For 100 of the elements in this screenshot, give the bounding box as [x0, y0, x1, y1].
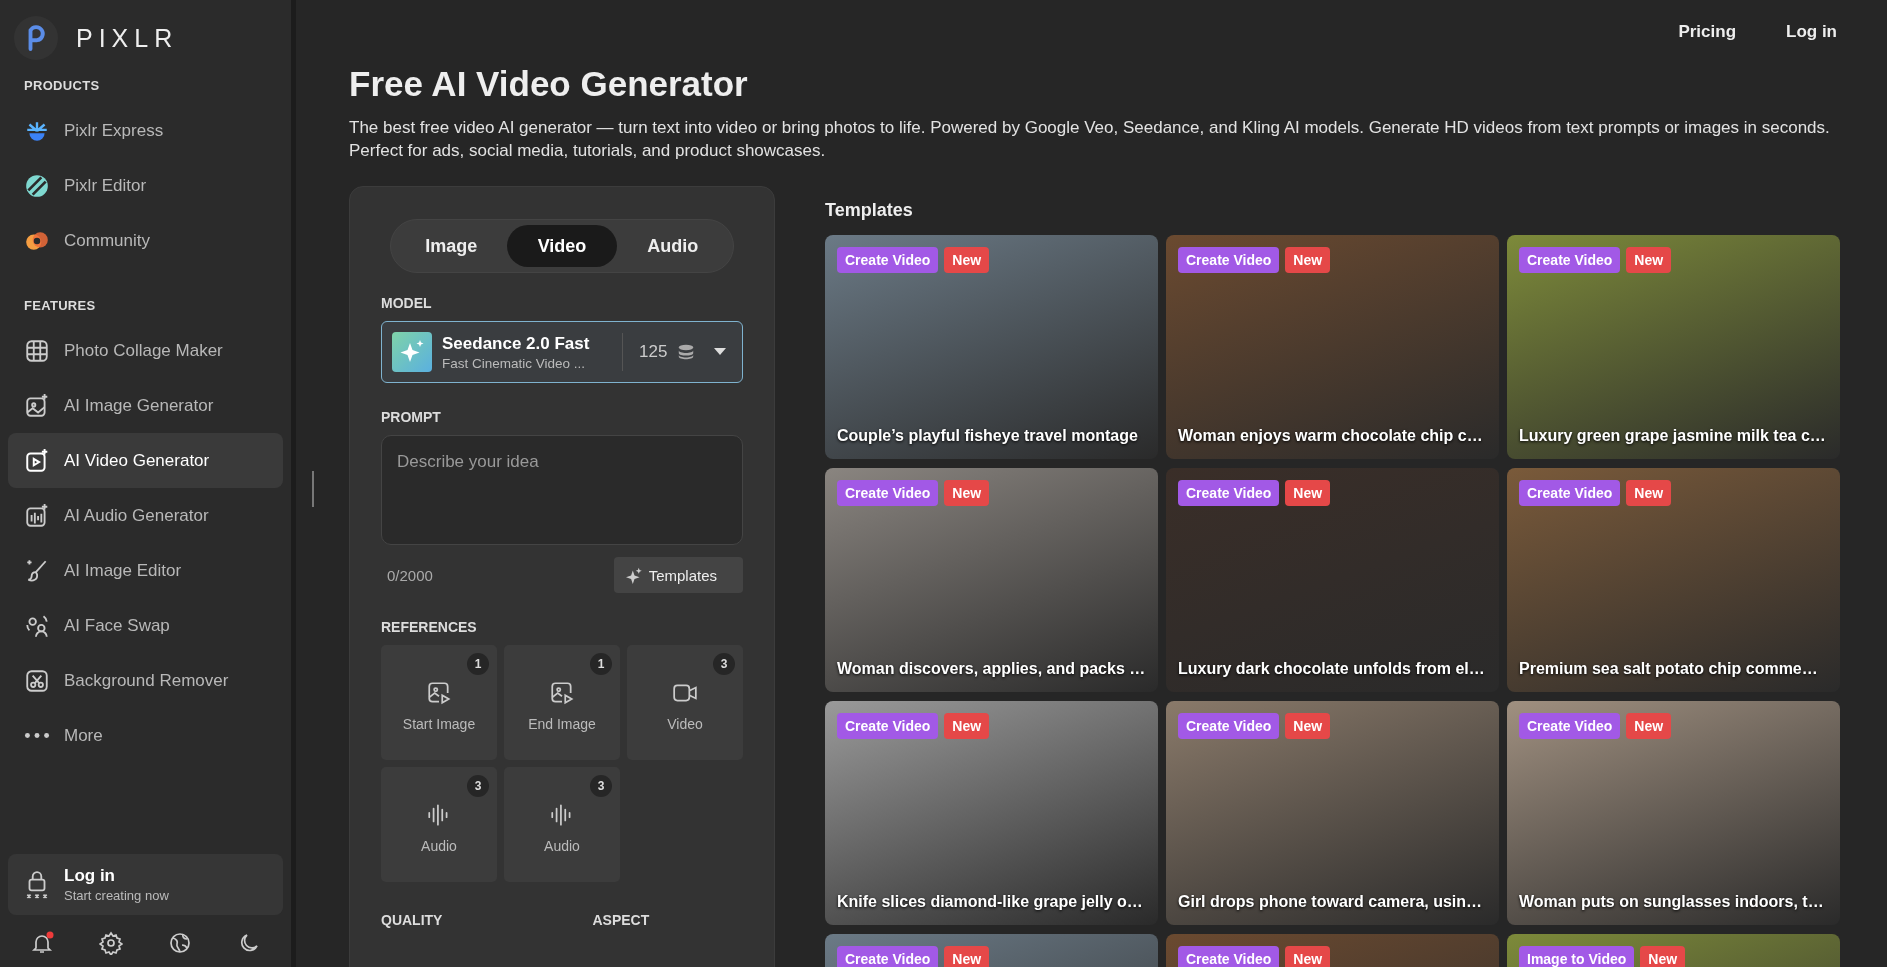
mode-tab[interactable]: Audio: [617, 225, 728, 267]
action-tag: Create Video: [837, 247, 939, 273]
action-tag: Create Video: [837, 946, 939, 967]
sparkle-icon: [625, 566, 643, 584]
action-tag: Create Video: [1178, 247, 1280, 273]
page-description: The best free video AI generator — turn text into video or bring photos to life. Powered by Google Veo, Seedance, and Kling AI models. Generate HD videos from text prompts or images in seconds. Perfect for ads, social media, tutorials, and product showcases.: [349, 117, 1831, 162]
template-caption: Knife slices diamond-like grape jelly o…: [837, 893, 1144, 911]
template-card[interactable]: Create Video New Woman puts on sunglasses indoors, t…: [1507, 701, 1840, 925]
template-card[interactable]: Create Video New Premium sea salt potato chip comme…: [1507, 468, 1840, 692]
waveform-icon: [24, 502, 50, 529]
action-tag: Create Video: [1178, 713, 1280, 739]
login-subtitle: Start creating now: [64, 888, 169, 903]
template-card[interactable]: Create Video New Couple’s playful fisheye travel montage: [825, 235, 1158, 459]
new-tag: New: [1626, 247, 1672, 273]
settings-icon[interactable]: [97, 929, 126, 957]
template-card[interactable]: Create Video New: [1166, 934, 1499, 967]
sidebar-item[interactable]: Pixlr Express: [8, 103, 283, 158]
template-caption: Luxury dark chocolate unfolds from el…: [1178, 660, 1486, 678]
login-card[interactable]: Log in Start creating now: [8, 854, 283, 915]
field-label: ASPECT: [592, 912, 650, 928]
lock-icon: [24, 869, 50, 900]
new-tag: New: [1285, 247, 1331, 273]
caret-icon: [714, 348, 726, 356]
image-play-icon: [426, 680, 452, 706]
field-label: PROMPT: [381, 409, 442, 425]
new-tag: New: [1285, 946, 1331, 967]
template-card[interactable]: Image to Video New: [1507, 934, 1840, 967]
mode-tab[interactable]: Video: [506, 225, 618, 267]
sidebar-item[interactable]: Community: [8, 213, 283, 268]
template-caption: Woman discovers, applies, and packs …: [837, 660, 1146, 678]
nav-link[interactable]: Log in: [1786, 22, 1837, 44]
action-tag: Image to Video: [1519, 946, 1635, 967]
reference-slot[interactable]: 3 Video: [627, 645, 743, 760]
action-tag: Create Video: [1519, 480, 1621, 506]
reference-slot[interactable]: 1 Start Image: [381, 645, 497, 760]
action-tag: Create Video: [837, 480, 939, 506]
action-tag: Create Video: [1178, 480, 1280, 506]
play-sparkle-icon: [24, 447, 50, 474]
new-tag: New: [1626, 713, 1672, 739]
model-description: Fast Cinematic Video ...: [442, 355, 587, 371]
template-card[interactable]: Create Video New Luxury green grape jasmine milk tea c…: [1507, 235, 1840, 459]
mode-tab[interactable]: Image: [396, 225, 507, 267]
template-card[interactable]: Create Video New: [825, 934, 1158, 967]
sidebar-item[interactable]: Pixlr Editor: [8, 158, 283, 213]
model-name: Seedance 2.0 Fast: [442, 333, 591, 354]
new-tag: New: [944, 946, 990, 967]
character-counter: 0/2000: [386, 566, 433, 584]
action-tag: Create Video: [837, 713, 939, 739]
reference-slot[interactable]: 3 Audio: [381, 767, 497, 882]
page-title: Free AI Video Generator: [349, 64, 749, 104]
new-tag: New: [1285, 713, 1331, 739]
login-title: Log in: [64, 866, 116, 886]
field-label: QUALITY: [381, 912, 443, 928]
resize-handle[interactable]: [312, 471, 314, 507]
templates-button[interactable]: Templates: [613, 557, 743, 593]
sidebar-item[interactable]: AI Image Editor: [8, 543, 283, 598]
template-card[interactable]: Create Video New Luxury dark chocolate unfolds from el…: [1166, 468, 1499, 692]
field-label: MODEL: [381, 295, 433, 311]
model-select[interactable]: Seedance 2.0 Fast Fast Cinematic Video ... 125: [381, 321, 743, 383]
template-caption: Woman enjoys warm chocolate chip c…: [1178, 427, 1484, 445]
field-label: REFERENCES: [381, 619, 478, 635]
template-card[interactable]: Create Video New Girl drops phone toward camera, usin…: [1166, 701, 1499, 925]
logo-icon: [14, 16, 58, 60]
sparkle-icon: [392, 332, 432, 372]
scissors-icon: [24, 667, 50, 694]
action-tag: Create Video: [1178, 946, 1280, 967]
sidebar-item[interactable]: More: [8, 708, 283, 763]
image-play-icon: [549, 680, 575, 706]
image-sparkle-icon: [24, 392, 50, 419]
count-badge: 3: [713, 653, 735, 675]
action-tag: Create Video: [1519, 247, 1621, 273]
nav-link[interactable]: Pricing: [1678, 22, 1736, 44]
template-caption: Luxury green grape jasmine milk tea c…: [1519, 427, 1827, 445]
template-caption: Premium sea salt potato chip comme…: [1519, 660, 1819, 678]
count-badge: 3: [590, 775, 612, 797]
template-card[interactable]: Create Video New Woman enjoys warm chocolate chip c…: [1166, 235, 1499, 459]
action-tag: Create Video: [1519, 713, 1621, 739]
sidebar-item[interactable]: AI Image Generator: [8, 378, 283, 433]
template-card[interactable]: Create Video New Knife slices diamond-like grape jelly o…: [825, 701, 1158, 925]
section-heading: FEATURES: [23, 297, 97, 315]
prompt-field[interactable]: Describe your idea: [381, 435, 743, 545]
count-badge: 1: [590, 653, 612, 675]
sidebar-item[interactable]: AI Face Swap: [8, 598, 283, 653]
dots-icon: [24, 732, 50, 739]
sidebar-item[interactable]: AI Audio Generator: [8, 488, 283, 543]
reference-slot[interactable]: 3 Audio: [504, 767, 620, 882]
coins-icon: [677, 343, 696, 361]
template-caption: Girl drops phone toward camera, usin…: [1178, 893, 1484, 911]
template-caption: Couple’s playful fisheye travel montage: [837, 427, 1139, 445]
logo-wordmark[interactable]: PIXLR: [76, 23, 179, 53]
section-title: Templates: [825, 200, 914, 221]
new-tag: New: [1640, 946, 1686, 967]
reference-slot[interactable]: 1 End Image: [504, 645, 620, 760]
new-tag: New: [944, 480, 990, 506]
new-tag: New: [944, 713, 990, 739]
sidebar-item[interactable]: Background Remover: [8, 653, 283, 708]
template-card[interactable]: Create Video New Woman discovers, applies, and packs …: [825, 468, 1158, 692]
sidebar-item[interactable]: AI Video Generator: [8, 433, 283, 488]
sidebar-item[interactable]: Photo Collage Maker: [8, 323, 283, 378]
count-badge: 1: [467, 653, 489, 675]
